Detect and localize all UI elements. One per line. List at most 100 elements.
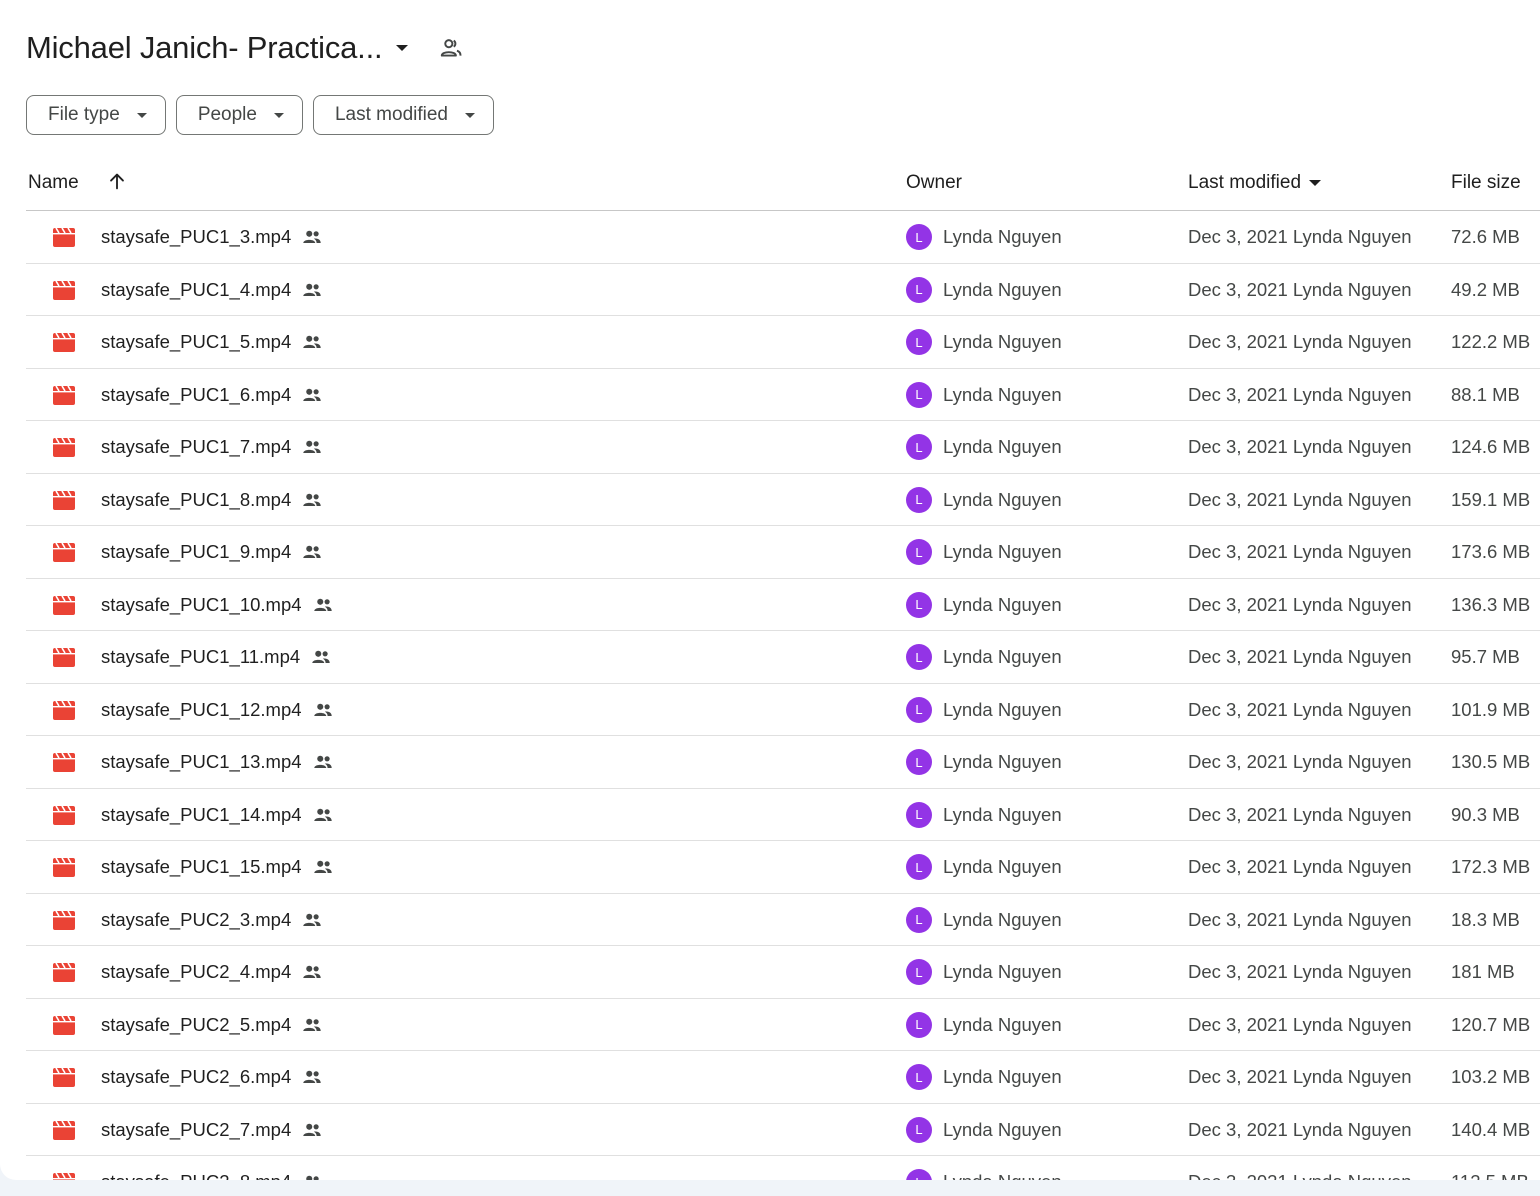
owner-avatar: L xyxy=(906,1116,932,1143)
file-name[interactable]: staysafe_PUC1_14.mp4 xyxy=(101,804,334,826)
file-size-value: 101.9 MB xyxy=(1451,698,1531,720)
file-name-text: staysafe_PUC1_15.mp4 xyxy=(101,856,302,877)
table-row[interactable]: staysafe_PUC1_12.mp4 L Lynda Nguyen Dec … xyxy=(26,684,1540,736)
sort-ascending-arrow-icon[interactable] xyxy=(106,170,128,192)
last-modified-filter-label: Last modified xyxy=(334,104,448,125)
video-file-icon xyxy=(53,333,75,352)
file-name[interactable]: staysafe_PUC1_5.mp4 xyxy=(101,331,323,353)
file-name-text: staysafe_PUC1_3.mp4 xyxy=(101,226,292,247)
table-row[interactable]: staysafe_PUC1_14.mp4 L Lynda Nguyen Dec … xyxy=(26,789,1540,841)
file-size-value: 90.3 MB xyxy=(1451,803,1520,825)
shared-folder-icon[interactable] xyxy=(438,35,464,61)
owner-name: Lynda Nguyen xyxy=(943,436,1062,457)
last-modified-column-header[interactable]: Last modified xyxy=(1188,172,1322,194)
table-row[interactable]: staysafe_PUC1_15.mp4 L Lynda Nguyen Dec … xyxy=(26,841,1540,894)
last-modified-value: Dec 3, 2021 Lynda Nguyen xyxy=(1188,908,1412,930)
last-modified-filter[interactable]: Last modified xyxy=(312,95,494,135)
table-header: Name Owner Last modified File size xyxy=(26,160,1540,211)
file-name-text: staysafe_PUC2_8.mp4 xyxy=(101,1171,291,1180)
last-modified-value: Dec 3, 2021 Lynda Nguyen xyxy=(1188,331,1412,352)
shared-people-icon xyxy=(303,913,321,926)
file-size-value: 124.6 MB xyxy=(1451,436,1531,457)
file-name[interactable]: staysafe_PUC1_12.mp4 xyxy=(101,699,334,721)
file-name-text: staysafe_PUC1_9.mp4 xyxy=(101,541,292,562)
table-row[interactable]: staysafe_PUC1_8.mp4 L Lynda Nguyen Dec 3… xyxy=(26,474,1540,526)
owner-name: Lynda Nguyen xyxy=(943,226,1062,247)
table-row[interactable]: staysafe_PUC1_13.mp4 L Lynda Nguyen Dec … xyxy=(26,736,1540,789)
file-size-value: 181 MB xyxy=(1451,961,1515,982)
owner-name: Lynda Nguyen xyxy=(943,908,1062,930)
file-name[interactable]: staysafe_PUC1_6.mp4 xyxy=(101,384,323,406)
file-name[interactable]: staysafe_PUC1_13.mp4 xyxy=(101,751,334,773)
file-name[interactable]: staysafe_PUC2_8.mp4 xyxy=(101,1171,323,1180)
owner-avatar: L xyxy=(906,1169,932,1180)
owner-name: Lynda Nguyen xyxy=(943,646,1062,667)
file-name[interactable]: staysafe_PUC1_15.mp4 xyxy=(101,856,334,878)
file-name[interactable]: staysafe_PUC2_6.mp4 xyxy=(101,1066,323,1088)
file-name[interactable]: staysafe_PUC1_3.mp4 xyxy=(101,226,323,248)
owner-name: Lynda Nguyen xyxy=(943,1171,1062,1180)
drive-folder-view: Michael Janich- Practica... File type Pe… xyxy=(0,0,1540,1180)
owner-avatar: L xyxy=(906,381,932,408)
file-name-text: staysafe_PUC1_8.mp4 xyxy=(101,488,292,510)
video-file-icon xyxy=(53,438,75,457)
owner-name: Lynda Nguyen xyxy=(943,541,1062,562)
owner-avatar: L xyxy=(906,329,932,355)
file-name[interactable]: staysafe_PUC1_10.mp4 xyxy=(101,594,334,616)
owner-name: Lynda Nguyen xyxy=(943,383,1062,405)
table-row[interactable]: staysafe_PUC1_11.mp4 L Lynda Nguyen Dec … xyxy=(26,631,1540,684)
table-row[interactable]: staysafe_PUC1_3.mp4 L Lynda Nguyen Dec 3… xyxy=(26,211,1540,264)
table-row[interactable]: staysafe_PUC1_9.mp4 L Lynda Nguyen Dec 3… xyxy=(26,526,1540,579)
file-size-value: 49.2 MB xyxy=(1451,278,1520,300)
owner-name: Lynda Nguyen xyxy=(943,1013,1062,1035)
file-name[interactable]: staysafe_PUC2_3.mp4 xyxy=(101,909,323,931)
file-name-text: staysafe_PUC1_4.mp4 xyxy=(101,278,292,300)
file-name-text: staysafe_PUC1_14.mp4 xyxy=(101,803,302,825)
file-name-text: staysafe_PUC1_10.mp4 xyxy=(101,593,302,615)
table-row[interactable]: staysafe_PUC2_8.mp4 L Lynda Nguyen Dec 3… xyxy=(26,1156,1540,1180)
file-name[interactable]: staysafe_PUC1_9.mp4 xyxy=(101,541,323,563)
shared-people-icon xyxy=(303,440,321,453)
shared-people-icon xyxy=(303,1070,321,1083)
name-column-header[interactable]: Name xyxy=(28,172,79,194)
last-modified-value: Dec 3, 2021 Lynda Nguyen xyxy=(1188,961,1412,982)
file-name[interactable]: staysafe_PUC2_4.mp4 xyxy=(101,961,323,983)
video-file-icon xyxy=(53,753,75,772)
table-row[interactable]: staysafe_PUC1_4.mp4 L Lynda Nguyen Dec 3… xyxy=(26,264,1540,316)
table-row[interactable]: staysafe_PUC2_6.mp4 L Lynda Nguyen Dec 3… xyxy=(26,1051,1540,1104)
people-filter-label: People xyxy=(197,104,257,125)
shared-people-icon xyxy=(313,860,332,873)
file-name[interactable]: staysafe_PUC1_8.mp4 xyxy=(101,489,323,511)
shared-people-icon xyxy=(303,283,321,296)
owner-name: Lynda Nguyen xyxy=(943,751,1062,772)
table-row[interactable]: staysafe_PUC2_5.mp4 L Lynda Nguyen Dec 3… xyxy=(26,999,1540,1051)
table-row[interactable]: staysafe_PUC1_6.mp4 L Lynda Nguyen Dec 3… xyxy=(26,369,1540,421)
shared-people-icon xyxy=(313,598,332,611)
file-name-text: staysafe_PUC1_7.mp4 xyxy=(101,436,292,457)
table-row[interactable]: staysafe_PUC1_10.mp4 L Lynda Nguyen Dec … xyxy=(26,579,1540,631)
file-name[interactable]: staysafe_PUC2_7.mp4 xyxy=(101,1119,323,1141)
people-filter[interactable]: People xyxy=(175,95,303,135)
file-name[interactable]: staysafe_PUC1_4.mp4 xyxy=(101,279,323,301)
last-modified-value: Dec 3, 2021 Lynda Nguyen xyxy=(1188,751,1412,772)
file-name[interactable]: staysafe_PUC1_11.mp4 xyxy=(101,646,332,668)
table-row[interactable]: staysafe_PUC1_5.mp4 L Lynda Nguyen Dec 3… xyxy=(26,316,1540,369)
owner-avatar: L xyxy=(906,959,932,985)
table-row[interactable]: staysafe_PUC2_3.mp4 L Lynda Nguyen Dec 3… xyxy=(26,894,1540,946)
file-name[interactable]: staysafe_PUC1_7.mp4 xyxy=(101,436,323,458)
file-name[interactable]: staysafe_PUC2_5.mp4 xyxy=(101,1014,323,1036)
table-row[interactable]: staysafe_PUC2_7.mp4 L Lynda Nguyen Dec 3… xyxy=(26,1104,1540,1156)
file-list: staysafe_PUC1_3.mp4 L Lynda Nguyen Dec 3… xyxy=(26,211,1540,1180)
table-row[interactable]: staysafe_PUC1_7.mp4 L Lynda Nguyen Dec 3… xyxy=(26,421,1540,474)
owner-column-header: Owner xyxy=(906,172,962,193)
file-name-text: staysafe_PUC1_13.mp4 xyxy=(101,751,302,772)
file-type-filter[interactable]: File type xyxy=(26,95,166,135)
file-size-value: 136.3 MB xyxy=(1451,593,1531,615)
folder-title[interactable]: Michael Janich- Practica... xyxy=(26,30,383,66)
file-size-column-header[interactable]: File size xyxy=(1451,172,1521,194)
video-file-icon xyxy=(53,648,75,667)
folder-menu-caret-icon[interactable] xyxy=(396,45,409,51)
table-row[interactable]: staysafe_PUC2_4.mp4 L Lynda Nguyen Dec 3… xyxy=(26,946,1540,999)
owner-avatar: L xyxy=(906,749,932,775)
owner-avatar: L xyxy=(906,539,932,565)
